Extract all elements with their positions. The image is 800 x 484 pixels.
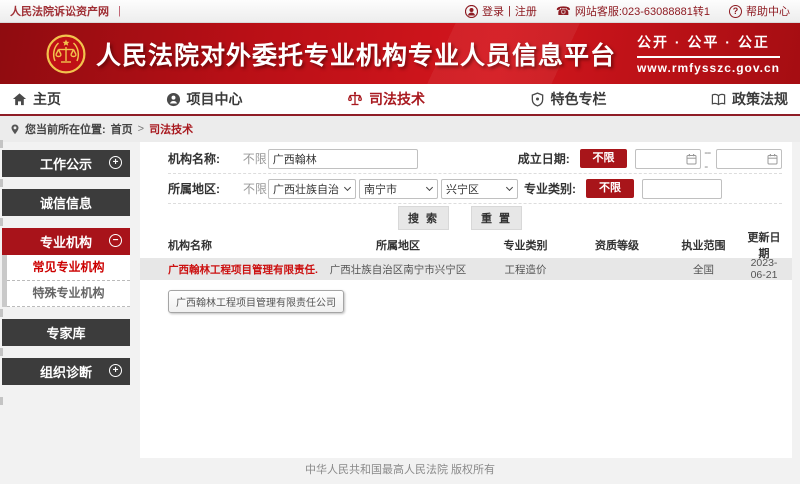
site-name-link[interactable]: 人民法院诉讼资产网 — [10, 3, 109, 19]
site-title: 人民法院对外委托专业机构专业人员信息平台 — [96, 36, 616, 72]
nav-home[interactable]: 主页 — [12, 89, 61, 109]
org-name-input[interactable] — [268, 149, 418, 169]
breadcrumb-separator: > — [138, 123, 144, 135]
location-pin-icon — [10, 123, 20, 136]
org-name-tooltip: 广西翰林工程项目管理有限责任公司 — [168, 290, 344, 313]
chevron-down-icon — [426, 183, 433, 190]
user-icon — [465, 5, 478, 18]
shield-icon — [530, 92, 545, 107]
breadcrumb-prefix: 您当前所在位置: — [25, 121, 106, 137]
scales-icon — [347, 91, 363, 107]
sidebar-item-professional-orgs[interactable]: 专业机构 − — [2, 228, 130, 255]
collapse-icon[interactable]: − — [109, 234, 122, 247]
sidebar-tick — [0, 397, 3, 405]
sidebar-item-work-publicity[interactable]: 工作公示 + — [2, 150, 130, 177]
nav-featured-columns[interactable]: 特色专栏 — [530, 89, 607, 109]
slogan-text: 公开 · 公平 · 公正 — [637, 32, 780, 58]
org-name-unlimited-option[interactable]: 不限 — [243, 150, 268, 167]
form-row-name-date: 机构名称: 不限 成立日期: 不限 --- — [168, 144, 782, 174]
chevron-down-icon — [344, 183, 351, 190]
org-name-label: 机构名称: — [168, 150, 236, 167]
sidebar: 工作公示 + 诚信信息 专业机构 − 常见专业机构 特殊专业机构 专家库 组织诊… — [0, 150, 130, 405]
site-url: www.rmfysszc.gov.cn — [637, 61, 780, 75]
city-select[interactable]: 南宁市 — [359, 179, 438, 199]
region-unlimited-option[interactable]: 不限 — [243, 180, 268, 197]
founded-unlimited-button[interactable]: 不限 — [580, 149, 628, 168]
category-unlimited-button[interactable]: 不限 — [586, 179, 634, 198]
nav-project-center[interactable]: 项目中心 — [166, 89, 243, 109]
sidebar-item-expert-pool[interactable]: 专家库 — [2, 319, 130, 346]
court-emblem-logo — [46, 34, 86, 74]
login-register-divider: | — [508, 5, 511, 17]
main-content: 工作公示 + 诚信信息 专业机构 − 常见专业机构 特殊专业机构 专家库 组织诊… — [0, 142, 800, 484]
breadcrumb-current: 司法技术 — [149, 121, 193, 137]
region-label: 所属地区: — [168, 180, 236, 197]
calendar-icon — [686, 153, 697, 165]
province-select[interactable]: 广西壮族自治 — [268, 179, 356, 199]
date-range-separator: --- — [704, 145, 713, 173]
reset-button[interactable]: 重 置 — [471, 206, 522, 230]
topbar-divider: | — [118, 5, 121, 17]
hotline-text: 网站客服:023-63088881转1 — [575, 3, 710, 19]
sidebar-item-org-diagnosis[interactable]: 组织诊断 + — [2, 358, 130, 385]
org-name-link[interactable]: 广西翰林工程项目管理有限责任... — [168, 262, 318, 277]
table-header: 机构名称 所属地区 专业类别 资质等级 执业范围 更新日期 — [140, 232, 792, 258]
help-icon: ? — [729, 5, 742, 18]
login-link[interactable]: 登录 — [482, 3, 504, 19]
nav-judicial-technology[interactable]: 司法技术 — [347, 89, 425, 109]
submenu-item-special-orgs[interactable]: 特殊专业机构 — [7, 281, 130, 307]
main-nav: 主页 项目中心 司法技术 特色专栏 — [0, 84, 800, 116]
search-form: 机构名称: 不限 成立日期: 不限 --- — [140, 142, 792, 232]
chevron-down-icon — [506, 183, 513, 190]
form-actions: 搜 索 重 置 — [168, 204, 752, 232]
category-input[interactable] — [642, 179, 722, 199]
register-link[interactable]: 注册 — [515, 3, 537, 19]
category-label: 专业类别: — [524, 180, 586, 197]
form-row-region-category: 所属地区: 不限 广西壮族自治 南宁市 兴宁区 专业类别: 不限 — [168, 174, 782, 204]
book-icon — [711, 92, 726, 107]
submenu-item-common-orgs[interactable]: 常见专业机构 — [7, 255, 130, 281]
search-button[interactable]: 搜 索 — [398, 206, 449, 230]
district-select[interactable]: 兴宁区 — [441, 179, 518, 199]
top-utility-bar: 人民法院诉讼资产网 | 登录 | 注册 ☎ 网站客服:023-63088881转… — [0, 0, 800, 23]
sidebar-item-integrity-info[interactable]: 诚信信息 — [2, 189, 130, 216]
sidebar-submenu: 常见专业机构 特殊专业机构 — [2, 255, 130, 307]
calendar-icon — [767, 153, 778, 165]
site-banner: 人民法院对外委托专业机构专业人员信息平台 公开 · 公平 · 公正 www.rm… — [0, 23, 800, 84]
date-from-input[interactable] — [635, 149, 701, 169]
breadcrumb: 您当前所在位置: 首页 > 司法技术 — [0, 116, 800, 142]
table-row[interactable]: 广西翰林工程项目管理有限责任... 广西壮族自治区南宁市兴宁区 工程造价 全国 … — [140, 258, 792, 280]
home-icon — [12, 92, 27, 107]
footer-copyright: 中华人民共和国最高人民法院 版权所有 — [0, 461, 800, 477]
date-to-input[interactable] — [716, 149, 782, 169]
expand-icon[interactable]: + — [109, 364, 122, 377]
expand-icon[interactable]: + — [109, 156, 122, 169]
content-panel: 机构名称: 不限 成立日期: 不限 --- — [140, 142, 792, 458]
founded-date-label: 成立日期: — [518, 150, 580, 167]
phone-icon: ☎ — [556, 4, 571, 18]
help-center-link[interactable]: 帮助中心 — [746, 3, 790, 19]
breadcrumb-home[interactable]: 首页 — [111, 121, 133, 137]
project-center-icon — [166, 92, 181, 107]
nav-policies[interactable]: 政策法规 — [711, 89, 788, 109]
